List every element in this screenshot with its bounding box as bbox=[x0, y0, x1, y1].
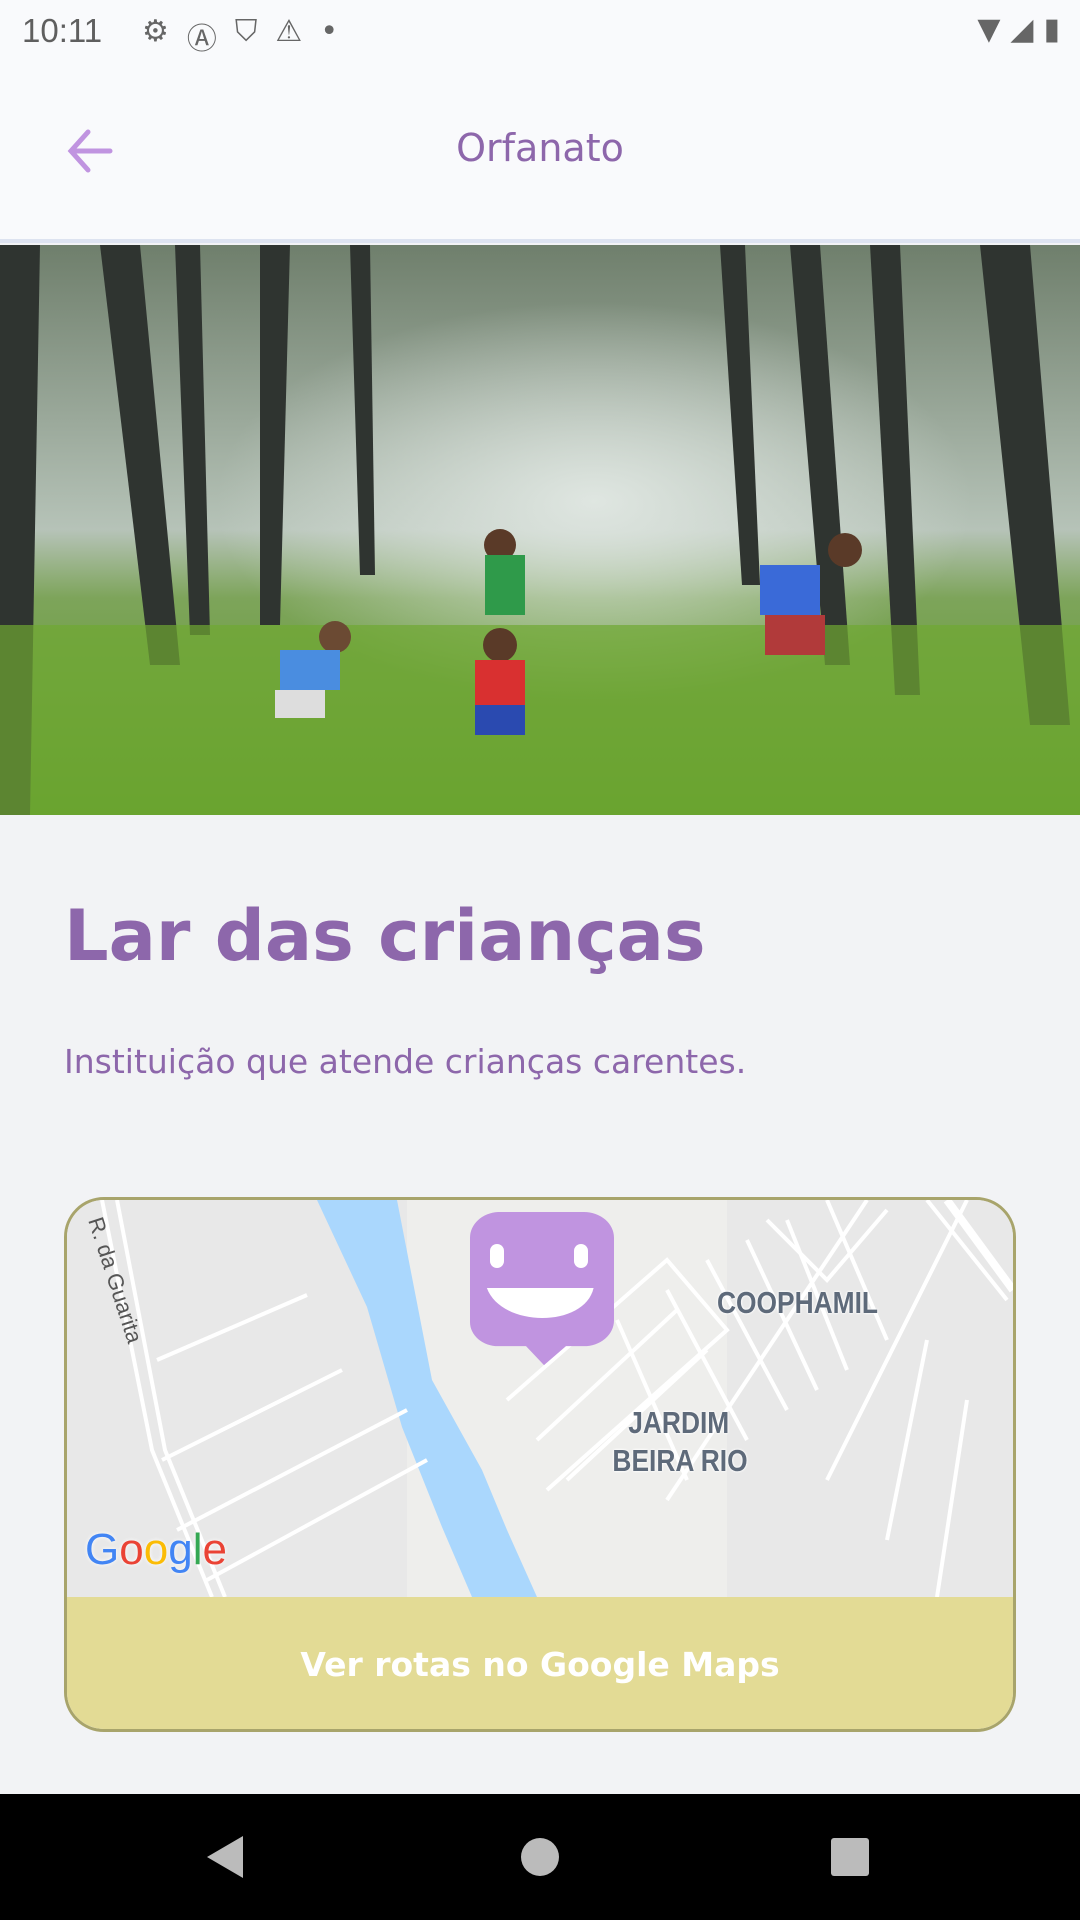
system-nav-bar bbox=[0, 1794, 1080, 1920]
warning-icon: ⚠ bbox=[275, 14, 303, 49]
map-label-jardim: JARDIM bbox=[628, 1405, 730, 1440]
map-card: R. da Guarita COOPHAMIL JARDIM BEIRA RIO… bbox=[64, 1197, 1016, 1732]
recents-square-icon[interactable] bbox=[830, 1834, 870, 1880]
google-logo: Google bbox=[85, 1525, 227, 1574]
gear-icon: ⚙ bbox=[142, 14, 169, 49]
dot-icon: • bbox=[320, 14, 339, 49]
page-title: Orfanato bbox=[456, 126, 624, 170]
shield-play-icon: ⛉ bbox=[234, 14, 258, 49]
map-view[interactable]: R. da Guarita COOPHAMIL JARDIM BEIRA RIO… bbox=[67, 1200, 1013, 1598]
map-label-beira-rio: BEIRA RIO bbox=[612, 1443, 748, 1478]
a-icon: Ⓐ bbox=[186, 22, 217, 57]
orphanage-name: Lar das crianças bbox=[64, 895, 706, 977]
signal-icon: ◢ bbox=[1010, 12, 1034, 47]
back-triangle-icon[interactable] bbox=[205, 1834, 245, 1880]
smile-marker-icon[interactable] bbox=[469, 1212, 620, 1376]
map-label-coophamil: COOPHAMIL bbox=[717, 1285, 879, 1320]
orphanage-photo bbox=[0, 245, 1080, 815]
directions-button[interactable]: Ver rotas no Google Maps bbox=[67, 1597, 1013, 1729]
status-time: 10:11 bbox=[22, 12, 103, 49]
home-circle-icon[interactable] bbox=[520, 1834, 560, 1880]
wifi-icon: ▼ bbox=[977, 12, 1001, 47]
battery-icon: ▮ bbox=[1043, 12, 1060, 47]
app-header: Orfanato bbox=[0, 64, 1080, 243]
orphanage-description: Instituição que atende crianças carentes… bbox=[64, 1042, 747, 1081]
status-bar: 10:11 ⚙ Ⓐ ⛉ ⚠ • ▼ ◢ ▮ bbox=[0, 0, 1080, 64]
